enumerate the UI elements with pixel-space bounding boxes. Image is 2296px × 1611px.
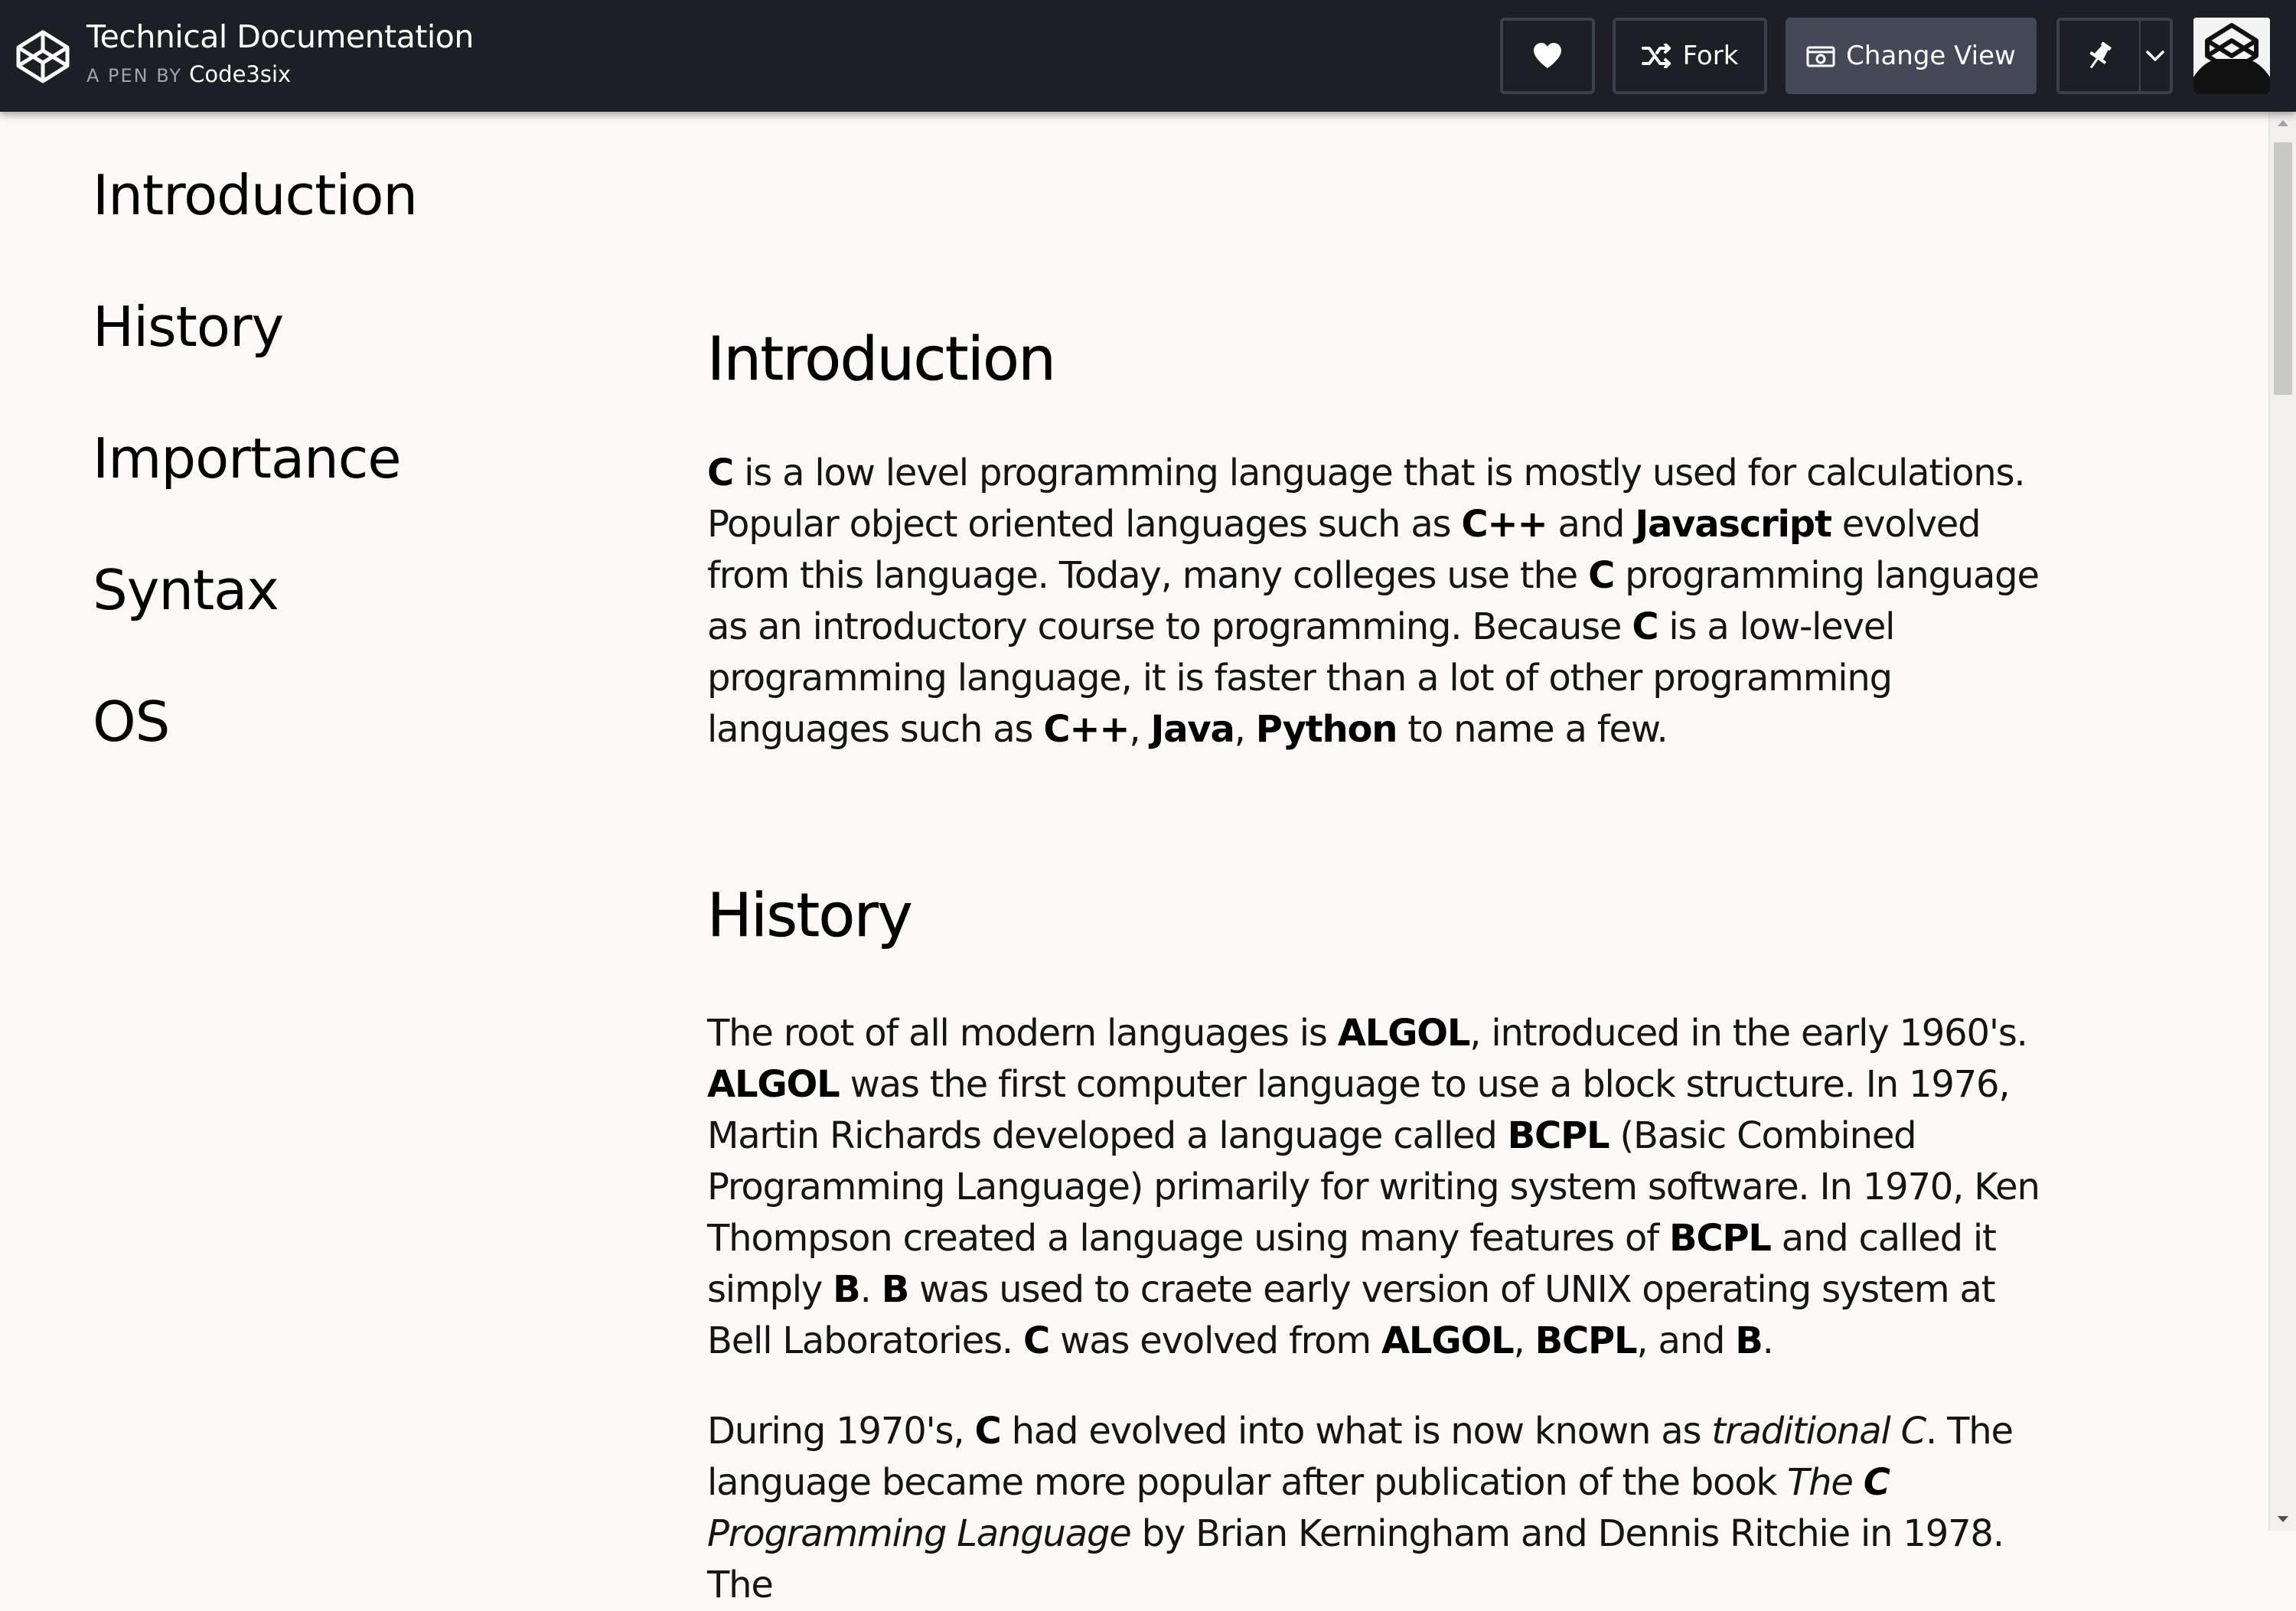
bold-term: BCPL <box>1534 1319 1638 1362</box>
nav-link-syntax[interactable]: Syntax <box>93 556 552 625</box>
section-history: History The root of all modern languages… <box>707 870 2069 1611</box>
bold-term: ALGOL <box>1381 1319 1515 1362</box>
bold-term: BCPL <box>1668 1217 1772 1260</box>
intro-paragraph: C is a low level programming language th… <box>707 452 2040 751</box>
navbar: Introduction History Importance Syntax O… <box>93 161 552 819</box>
avatar-image-icon <box>2193 18 2270 94</box>
vertical-scrollbar[interactable] <box>2268 112 2296 1531</box>
bold-term: C <box>1588 554 1615 597</box>
change-view-label: Change View <box>1846 41 2016 71</box>
pen-title[interactable]: Technical Documentation <box>86 18 474 55</box>
bold-term: C <box>1632 605 1658 648</box>
pen-author-line: A PEN BY Code3six <box>86 61 291 87</box>
bold-term: Java <box>1150 708 1235 751</box>
bold-term: Javascript <box>1635 503 1832 546</box>
history-paragraph-2: During 1970's, C had evolved into what i… <box>707 1410 2014 1606</box>
bold-term: C <box>707 452 734 494</box>
bold-term: ALGOL <box>707 1063 840 1106</box>
bold-term: ALGOL <box>1337 1012 1471 1055</box>
bold-term: Python <box>1255 708 1398 751</box>
heart-icon <box>1534 43 1561 68</box>
change-view-icon <box>1806 46 1835 67</box>
bold-term: C <box>974 1410 1001 1453</box>
bold-term: B <box>833 1268 861 1311</box>
section-introduction: Introduction C is a low level programmin… <box>707 314 2069 755</box>
chevron-down-icon <box>2146 51 2164 61</box>
italic-term: Programming Language <box>707 1512 1132 1555</box>
top-bar: Technical Documentation A PEN BY Code3si… <box>0 0 2296 112</box>
italic-term: The <box>1787 1461 1864 1504</box>
scroll-up-arrow-icon[interactable] <box>2277 119 2289 127</box>
italic-term: traditional C <box>1711 1410 1926 1453</box>
fork-button[interactable]: Fork <box>1613 18 1767 94</box>
pen-author-link[interactable]: Code3six <box>189 61 291 87</box>
codepen-logo-icon[interactable] <box>15 29 70 84</box>
pin-menu-caret[interactable] <box>2139 18 2173 94</box>
history-paragraph-1: The root of all modern languages is ALGO… <box>707 1012 2040 1362</box>
bold-term: C++ <box>1461 503 1548 546</box>
section-title-introduction: Introduction <box>707 325 1056 395</box>
pen-by-label: A PEN BY <box>86 65 183 86</box>
love-button[interactable] <box>1500 18 1595 94</box>
bold-term: B <box>881 1268 910 1311</box>
scroll-down-arrow-icon[interactable] <box>2277 1515 2289 1523</box>
pin-button[interactable] <box>2056 18 2139 94</box>
user-avatar[interactable] <box>2193 18 2270 94</box>
section-title-history: History <box>707 882 913 951</box>
pin-icon <box>2089 41 2112 69</box>
fork-icon <box>1641 44 1671 68</box>
nav-link-introduction[interactable]: Introduction <box>93 161 552 230</box>
bold-term: C++ <box>1043 708 1130 751</box>
nav-link-history[interactable]: History <box>93 292 552 361</box>
scroll-thumb[interactable] <box>2274 142 2292 395</box>
change-view-button[interactable]: Change View <box>1786 18 2037 94</box>
bold-term: B <box>1735 1319 1763 1362</box>
fork-label: Fork <box>1682 41 1739 71</box>
bold-term: C <box>1023 1319 1050 1362</box>
nav-link-importance[interactable]: Importance <box>93 424 552 493</box>
bold-term: BCPL <box>1507 1114 1610 1157</box>
nav-link-os[interactable]: OS <box>93 687 552 756</box>
bold-italic-term: C <box>1863 1461 1890 1504</box>
main-doc: Introduction C is a low level programmin… <box>707 314 2069 1611</box>
